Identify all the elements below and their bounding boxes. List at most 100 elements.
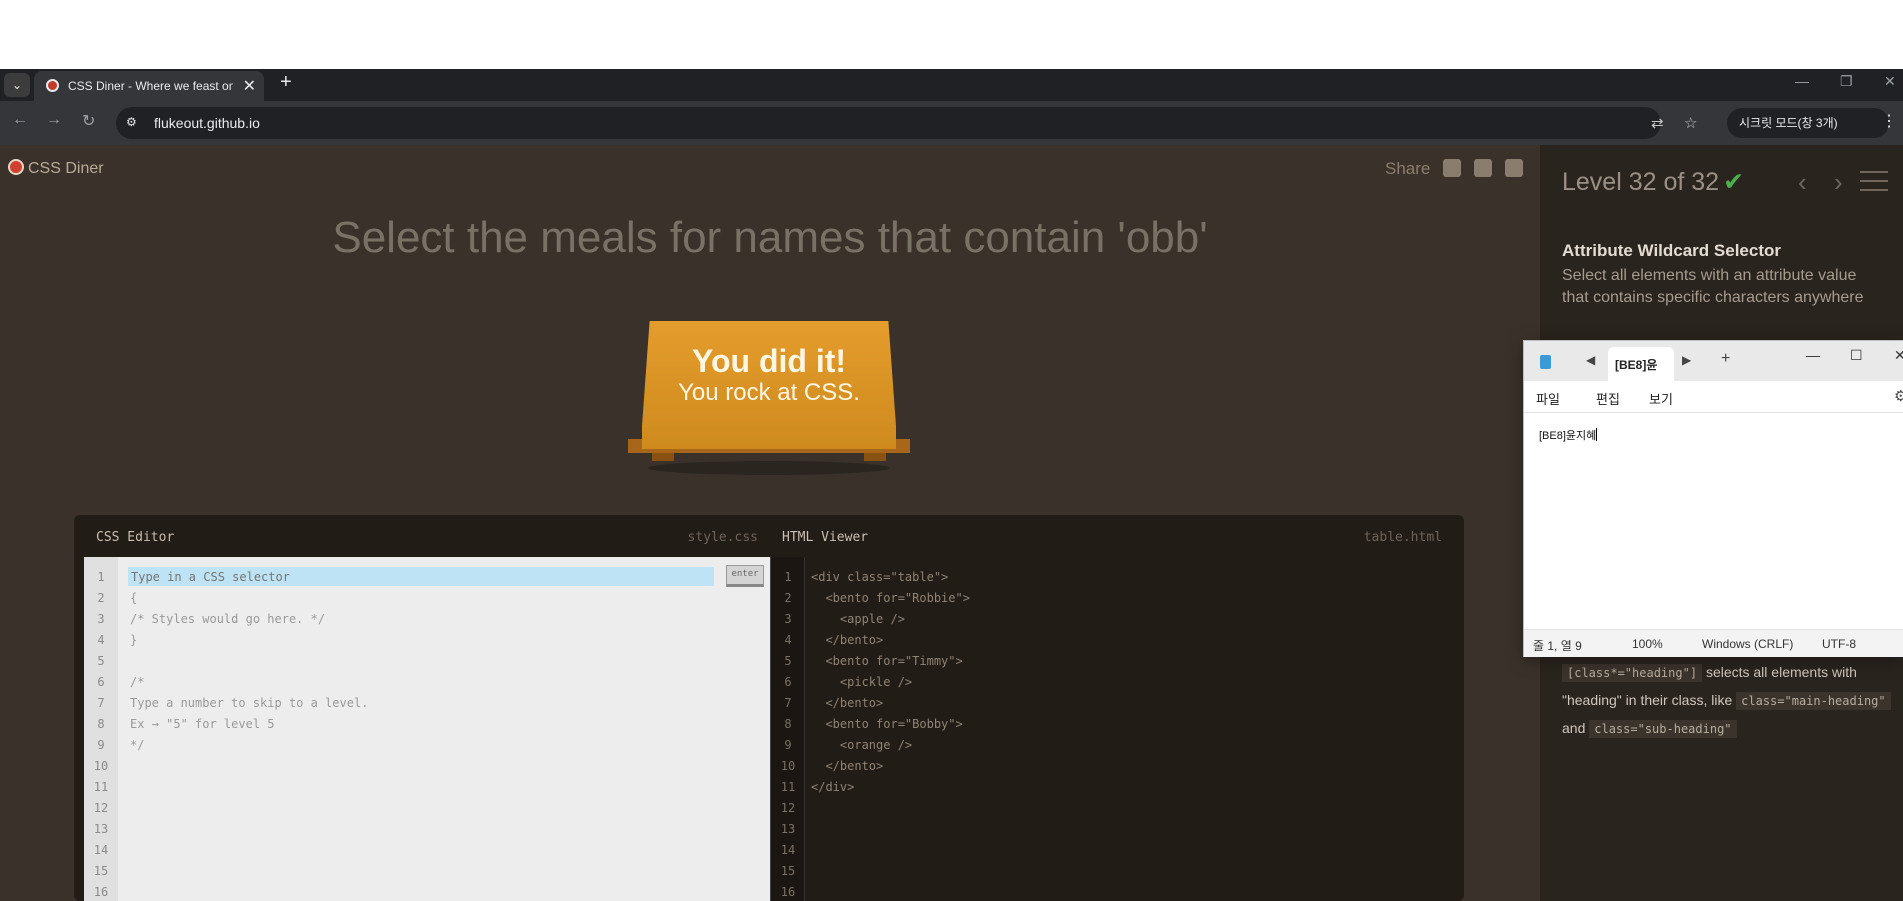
- html-viewer-header: HTML Viewer table.html: [770, 515, 1454, 557]
- favicon-icon: [46, 79, 59, 92]
- css-code-line: }: [130, 633, 138, 647]
- selector-name: Attribute Wildcard Selector: [1562, 241, 1781, 260]
- incognito-indicator[interactable]: 시크릿 모드(창 3개): [1727, 108, 1889, 138]
- site-settings-icon[interactable]: ⚙: [126, 115, 137, 129]
- facebook-icon[interactable]: [1473, 159, 1492, 177]
- next-level-icon[interactable]: ›: [1834, 167, 1843, 198]
- line-number: 14: [93, 843, 109, 857]
- notepad-tab[interactable]: [BE8]윤: [1608, 347, 1674, 381]
- line-number: 14: [780, 843, 796, 857]
- back-icon[interactable]: ←: [12, 111, 28, 129]
- line-number: 2: [784, 591, 792, 605]
- line-number: 16: [780, 885, 796, 899]
- encoding[interactable]: UTF-8: [1822, 637, 1856, 651]
- line-number: 12: [780, 801, 796, 815]
- browser-tab-active[interactable]: CSS Diner - Where we feast on CSS ✕: [34, 71, 264, 101]
- tab-scroll-left-icon[interactable]: ◀: [1586, 353, 1595, 367]
- address-bar[interactable]: ⚙ flukeout.github.io ⇄ ☆: [116, 107, 1697, 139]
- translate-icon[interactable]: ⇄: [1651, 114, 1664, 132]
- css-line-numbers: 1 2 3 4 5 6 7 8 9 10 11 12 13 14 15 16: [84, 557, 118, 901]
- win-message-title: You did it!: [691, 343, 847, 379]
- line-number: 8: [97, 717, 105, 731]
- notepad-app-icon: [1540, 355, 1551, 369]
- html-code-line[interactable]: <bento for="Timmy">: [811, 654, 962, 668]
- css-code-line: */: [130, 738, 145, 752]
- line-number: 11: [93, 780, 109, 794]
- html-line-numbers: 1 2 3 4 5 6 7 8 9 10 11 12 13 14 15 16: [771, 557, 805, 901]
- brand-logo[interactable]: CSS Diner: [8, 159, 104, 178]
- notepad-text: [BE8]윤지혜: [1539, 430, 1597, 442]
- zoom-level[interactable]: 100%: [1632, 637, 1663, 651]
- browser-toolbar: ← → ↻ ⚙ flukeout.github.io ⇄ ☆ 시크릿 모드(창 …: [0, 101, 1903, 145]
- notepad-maximize-icon[interactable]: ☐: [1850, 347, 1863, 364]
- notepad-close-icon[interactable]: ✕: [1894, 347, 1903, 364]
- css-editor-title: CSS Editor: [96, 530, 175, 545]
- game-area: CSS Diner Share Select the meals for nam…: [0, 145, 1540, 901]
- css-selector-input[interactable]: [128, 567, 714, 586]
- html-code-line[interactable]: <bento for="Robbie">: [811, 591, 970, 605]
- notepad-settings-icon[interactable]: ⚙: [1894, 387, 1903, 405]
- html-viewer-title: HTML Viewer: [782, 530, 869, 545]
- selector-description: Select all elements with an attribute va…: [1562, 267, 1864, 306]
- html-code-line[interactable]: <div class="table">: [811, 570, 948, 584]
- twitter-icon[interactable]: [1504, 159, 1523, 177]
- tab-close-icon[interactable]: ✕: [243, 76, 256, 96]
- email-icon[interactable]: [1443, 159, 1462, 177]
- line-number: 13: [93, 822, 109, 836]
- line-number: 12: [93, 801, 109, 815]
- line-number: 3: [97, 612, 105, 626]
- html-code-line[interactable]: <orange />: [811, 738, 912, 752]
- table-leg: [864, 453, 886, 461]
- line-number: 3: [784, 612, 792, 626]
- notepad-content: [BE8]윤지혜: [1539, 427, 1598, 443]
- order-instruction: Select the meals for names that contain …: [332, 213, 1208, 262]
- completed-check-icon: ✔: [1723, 168, 1745, 196]
- line-ending[interactable]: Windows (CRLF): [1702, 637, 1793, 651]
- html-code-line[interactable]: <pickle />: [811, 675, 912, 689]
- line-number: 8: [784, 717, 792, 731]
- html-code-line[interactable]: <apple />: [811, 612, 905, 626]
- html-code-line[interactable]: </div>: [811, 780, 854, 794]
- notepad-text-area[interactable]: [BE8]윤지혜: [1524, 413, 1903, 629]
- share-bar: Share: [1385, 159, 1523, 179]
- enter-button[interactable]: enter: [726, 565, 764, 587]
- html-code-line[interactable]: </bento>: [811, 696, 883, 710]
- menu-file[interactable]: 파일: [1536, 389, 1560, 408]
- selector-example: [class*="heading"] selects all elements …: [1562, 659, 1892, 743]
- menu-view[interactable]: 보기: [1649, 389, 1673, 408]
- css-editor: 1 2 3 4 5 6 7 8 9 10 11 12 13 14 15 16 e…: [84, 557, 770, 901]
- html-code-line[interactable]: <bento for="Bobby">: [811, 717, 962, 731]
- line-number: 5: [97, 654, 105, 668]
- tab-search-button[interactable]: ⌄: [4, 73, 30, 97]
- html-code-line[interactable]: </bento>: [811, 633, 883, 647]
- reload-icon[interactable]: ↻: [82, 111, 95, 131]
- tab-title: CSS Diner - Where we feast on CSS: [68, 79, 233, 93]
- new-tab-button[interactable]: +: [280, 71, 292, 94]
- line-number: 16: [93, 885, 109, 899]
- example-code: class="sub-heading": [1589, 720, 1737, 738]
- example-text: and: [1562, 720, 1586, 736]
- notepad-minimize-icon[interactable]: —: [1806, 347, 1820, 363]
- window-close-icon[interactable]: ✕: [1884, 73, 1896, 90]
- line-number: 10: [780, 759, 796, 773]
- css-editor-header: CSS Editor style.css: [84, 515, 770, 557]
- html-code-line[interactable]: </bento>: [811, 759, 883, 773]
- bookmark-star-icon[interactable]: ☆: [1684, 114, 1697, 132]
- notepad-new-tab-button[interactable]: +: [1721, 350, 1730, 368]
- forward-icon[interactable]: →: [46, 111, 62, 129]
- html-viewer: 1 2 3 4 5 6 7 8 9 10 11 12 13 14 15 16 <…: [770, 557, 1454, 901]
- line-number: 10: [93, 759, 109, 773]
- line-number: 7: [97, 696, 105, 710]
- browser-menu-icon[interactable]: ⋮: [1881, 111, 1897, 131]
- url-text: flukeout.github.io: [154, 115, 260, 131]
- tab-scroll-right-icon[interactable]: ▶: [1682, 353, 1691, 367]
- restore-icon[interactable]: ❐: [1840, 73, 1853, 90]
- line-number: 13: [780, 822, 796, 836]
- line-number: 1: [97, 570, 105, 584]
- line-number: 9: [97, 738, 105, 752]
- minimize-icon[interactable]: —: [1795, 73, 1809, 89]
- level-menu-icon[interactable]: [1860, 169, 1888, 193]
- menu-edit[interactable]: 편집: [1596, 389, 1620, 408]
- dining-table: You did it! You rock at CSS.: [628, 321, 910, 475]
- previous-level-icon[interactable]: ‹: [1798, 167, 1807, 198]
